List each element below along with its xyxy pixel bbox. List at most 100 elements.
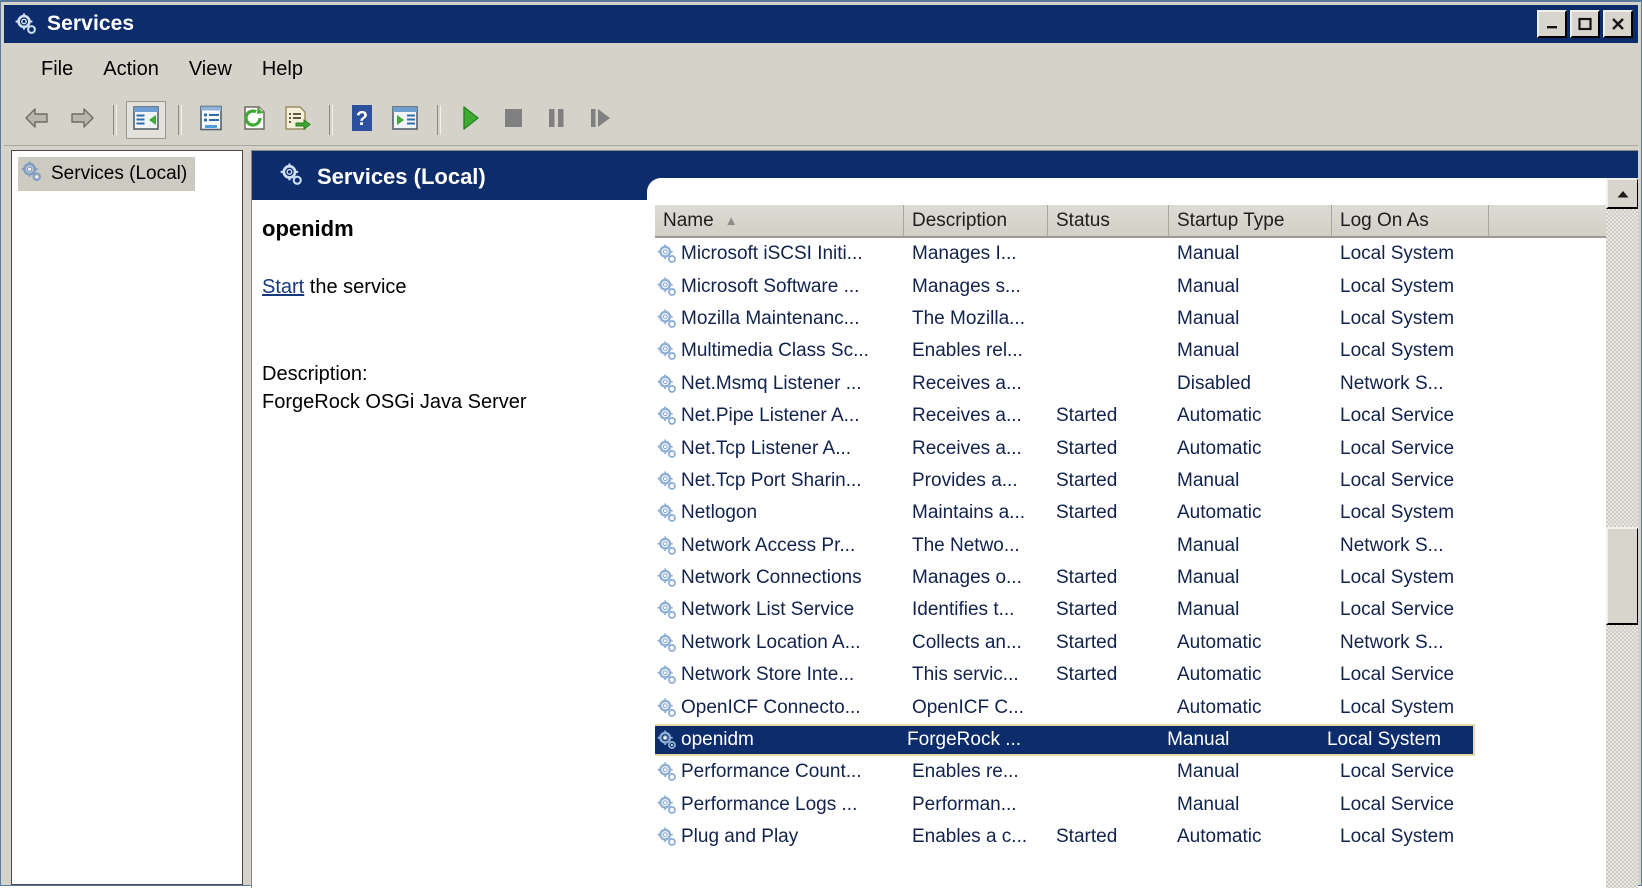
pause-icon <box>543 104 569 137</box>
table-row[interactable]: Network Access Pr... The Netwo... Manual Ne… <box>655 530 1638 562</box>
service-name-label: Plug and Play <box>681 826 799 848</box>
scrollbar-track[interactable] <box>1606 209 1638 888</box>
table-row[interactable]: Network Connections Manages o... Started Ma… <box>655 562 1638 594</box>
table-row[interactable]: Multimedia Class Sc... Enables rel... Manu… <box>655 335 1638 367</box>
scroll-up-button[interactable] <box>1606 178 1638 209</box>
pane-splitter[interactable] <box>244 150 251 885</box>
cell-description: This servic... <box>912 664 1019 686</box>
table-row[interactable]: Network Store Inte... This servic... Start… <box>655 659 1638 691</box>
cell-log-on-as: Local System <box>1340 502 1455 524</box>
start-service-link[interactable]: Start <box>262 276 304 298</box>
cell-log-on-as: Local System <box>1340 275 1455 297</box>
cell-log-on-as: Local System <box>1340 567 1455 589</box>
column-header-log-on-as[interactable]: Log On As <box>1332 205 1489 236</box>
menu-item-view[interactable]: View <box>174 54 247 85</box>
sidebar-item-label: Services (Local) <box>51 163 188 184</box>
menu-item-help[interactable]: Help <box>247 54 318 85</box>
menu-bar: File Action View Help <box>4 43 1638 95</box>
cell-status: Started <box>1056 599 1118 621</box>
table-row[interactable]: Performance Logs ... Performan... Manual Lo… <box>655 789 1638 821</box>
cell-description: The Netwo... <box>912 534 1020 556</box>
cell-log-on-as: Local Service <box>1340 664 1455 686</box>
arrow-left-icon <box>23 105 53 136</box>
close-button[interactable] <box>1603 10 1633 38</box>
table-row[interactable]: Performance Count... Enables re... Manual L… <box>655 756 1638 788</box>
service-name-label: Microsoft iSCSI Initi... <box>681 243 863 265</box>
service-name-label: Net.Tcp Listener A... <box>681 437 852 459</box>
list-column-headers: Name ▲ Description Status Startup Type L… <box>655 205 1638 238</box>
cell-startup-type: Manual <box>1177 534 1240 556</box>
column-header-startup-type[interactable]: Startup Type <box>1169 205 1332 236</box>
tree-pane-icon <box>132 105 160 136</box>
forward-button[interactable] <box>61 101 101 139</box>
service-name-label: Net.Pipe Listener A... <box>681 405 860 427</box>
show-hide-tree-button[interactable] <box>126 101 166 139</box>
pause-service-button <box>536 101 576 139</box>
properties-icon <box>197 105 225 136</box>
cell-startup-type: Manual <box>1177 567 1240 589</box>
service-name-label: OpenICF Connecto... <box>681 696 861 718</box>
cell-startup-type: Automatic <box>1177 696 1262 718</box>
help-button[interactable]: ? <box>342 101 382 139</box>
window-controls <box>1537 10 1633 38</box>
table-row[interactable]: Network Location A... Collects an... Start… <box>655 627 1638 659</box>
cell-service-name: Mozilla Maintenanc... <box>655 308 904 330</box>
table-row[interactable]: Net.Msmq Listener ... Receives a... Disabl… <box>655 368 1638 400</box>
results-pane: Services (Local) openidm Start the servi… <box>251 150 1638 888</box>
menu-item-file[interactable]: File <box>26 54 88 85</box>
cell-log-on-as: Local Service <box>1340 469 1455 491</box>
table-row-selected[interactable]: openidm ForgeRock ... Manual Local System <box>655 723 1475 757</box>
back-button[interactable] <box>18 101 58 139</box>
cell-service-name: Microsoft Software ... <box>655 276 904 298</box>
service-name-label: Network Location A... <box>681 631 861 653</box>
refresh-button[interactable] <box>234 101 274 139</box>
cell-log-on-as: Local System <box>1340 696 1455 718</box>
table-row[interactable]: Net.Tcp Listener A... Receives a... Starte… <box>655 432 1638 464</box>
service-name-label: Performance Logs ... <box>681 793 858 815</box>
show-hide-action-pane-button[interactable] <box>385 101 425 139</box>
properties-button[interactable] <box>191 101 231 139</box>
start-service-button[interactable] <box>450 101 490 139</box>
cell-description: Receives a... <box>912 372 1022 394</box>
cell-service-name: Performance Count... <box>655 761 904 783</box>
table-row[interactable]: Net.Pipe Listener A... Receives a... Start… <box>655 400 1638 432</box>
cell-description: Identifies t... <box>912 599 1015 621</box>
restart-service-button <box>579 101 619 139</box>
console-tree-pane: Services (Local) <box>11 150 243 885</box>
table-row[interactable]: Plug and Play Enables a c... Started Automa… <box>655 821 1638 853</box>
scrollbar-thumb[interactable] <box>1606 527 1638 625</box>
table-row[interactable]: Microsoft iSCSI Initi... Manages I... Manu… <box>655 238 1638 270</box>
list-vertical-scrollbar[interactable] <box>1606 178 1638 888</box>
export-list-icon <box>283 105 311 136</box>
service-name-label: Multimedia Class Sc... <box>681 340 869 362</box>
detail-action-line: Start the service <box>262 276 647 299</box>
table-row[interactable]: Netlogon Maintains a... Started Automatic Lo… <box>655 497 1638 529</box>
column-header-description[interactable]: Description <box>904 205 1048 236</box>
service-details-pane: openidm Start the service Description: F… <box>252 200 647 888</box>
table-row[interactable]: Net.Tcp Port Sharin... Provides a... Start… <box>655 465 1638 497</box>
service-name-label: Network List Service <box>681 599 855 621</box>
table-row[interactable]: OpenICF Connecto... OpenICF C... Automatic… <box>655 691 1638 723</box>
sort-ascending-icon: ▲ <box>724 213 738 228</box>
sidebar-item-services-local[interactable]: Services (Local) <box>18 157 196 191</box>
services-gear-icon <box>14 12 38 36</box>
minimize-button[interactable] <box>1537 10 1567 38</box>
cell-status: Started <box>1056 826 1118 848</box>
cell-description: Manages s... <box>912 275 1021 297</box>
restart-icon <box>586 104 612 137</box>
table-row[interactable]: Network List Service Identifies t... Start… <box>655 594 1638 626</box>
cell-status: Started <box>1056 631 1118 653</box>
cell-log-on-as: Local System <box>1340 826 1455 848</box>
column-header-status[interactable]: Status <box>1048 205 1169 236</box>
table-row[interactable]: Mozilla Maintenanc... The Mozilla... Manua… <box>655 303 1638 335</box>
column-header-name[interactable]: Name ▲ <box>655 205 904 236</box>
menu-item-action[interactable]: Action <box>88 54 174 85</box>
cell-service-name: Network Connections <box>655 567 904 589</box>
table-row[interactable]: Microsoft Software ... Manages s... Manual… <box>655 270 1638 302</box>
service-name-label: Network Store Inte... <box>681 664 855 686</box>
maximize-button[interactable] <box>1570 10 1600 38</box>
export-list-button[interactable] <box>277 101 317 139</box>
cell-log-on-as: Local Service <box>1340 405 1455 427</box>
cell-status: Started <box>1056 664 1118 686</box>
action-pane-icon <box>391 105 419 136</box>
